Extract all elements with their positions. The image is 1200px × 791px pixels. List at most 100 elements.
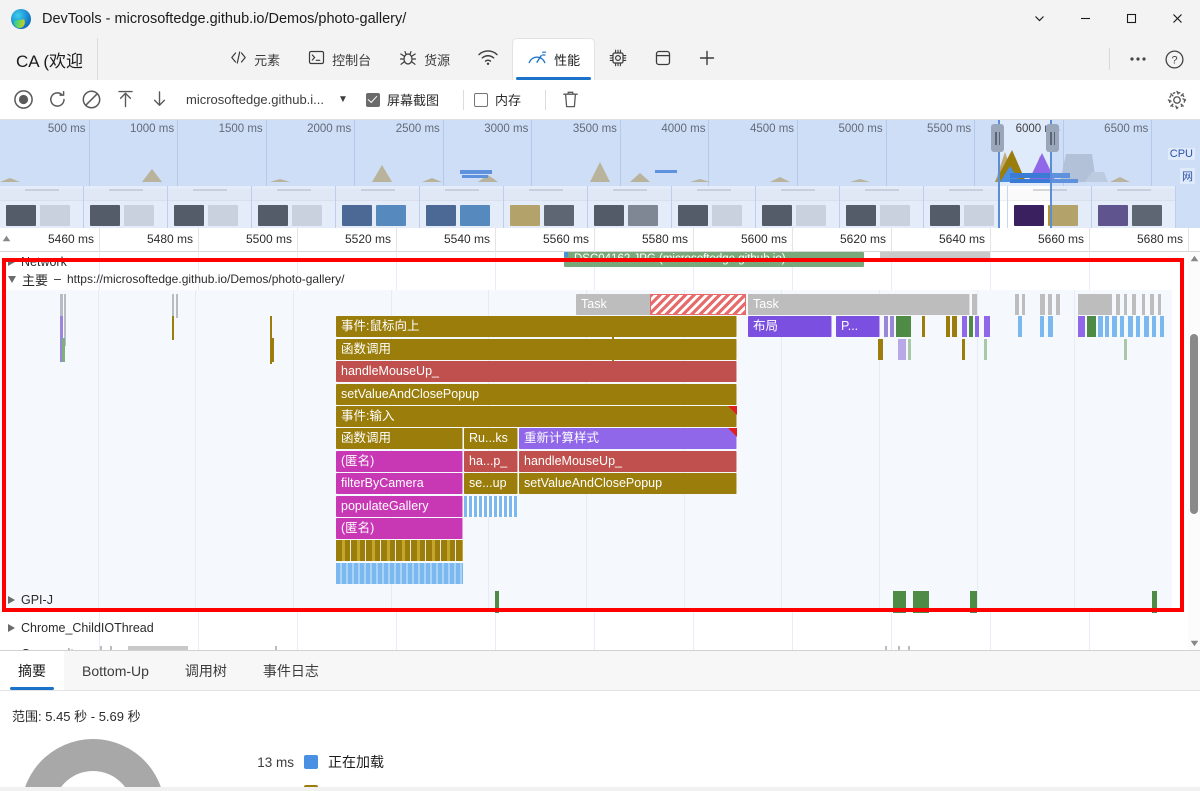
overview-resize-handle-right[interactable] — [1046, 124, 1059, 152]
download-profile-icon[interactable] — [144, 85, 174, 115]
flame-dense-loading-band[interactable] — [336, 563, 463, 584]
flame-event-block[interactable] — [1116, 294, 1120, 315]
timeline-overview[interactable]: 500 ms1000 ms1500 ms2000 ms2500 ms3000 m… — [0, 120, 1200, 228]
flame-event-block[interactable] — [1142, 294, 1145, 315]
scroll-down-arrow-icon[interactable] — [1188, 637, 1200, 650]
track-main[interactable]: 主要 – https://microsoftedge.github.io/Dem… — [0, 268, 1188, 612]
chevron-down-icon[interactable] — [8, 276, 16, 283]
chevron-right-icon[interactable] — [8, 258, 15, 266]
flame-event-block[interactable] — [1124, 294, 1127, 315]
flame-event-sliver[interactable] — [176, 294, 178, 318]
flame-event-block[interactable] — [1160, 316, 1164, 337]
flame-bar-forced-reflow[interactable] — [650, 294, 746, 315]
flame-bar[interactable]: (匿名) — [336, 518, 463, 539]
flame-event-block[interactable] — [890, 316, 894, 337]
flame-event-block[interactable] — [908, 339, 911, 360]
chevron-right-icon[interactable] — [8, 596, 15, 604]
flame-event-block[interactable] — [1150, 294, 1154, 315]
chevron-down-icon[interactable]: ▼ — [338, 94, 348, 105]
tab-memory[interactable] — [595, 38, 641, 80]
flame-bar[interactable]: Ru...ks — [464, 428, 518, 449]
flame-event-block[interactable] — [1136, 316, 1140, 337]
main-flame-chart[interactable]: TaskTask事件:鼠标向上布局P...函数调用handleMouseUp_s… — [0, 290, 1172, 612]
window-minimize-button[interactable] — [1062, 0, 1108, 38]
flame-bar[interactable]: populateGallery — [336, 496, 463, 517]
tab-elements[interactable]: 元素 — [216, 38, 294, 80]
flame-event-block[interactable] — [1158, 294, 1161, 315]
track-chrome-childiothread-header[interactable]: Chrome_ChildIOThread — [0, 618, 1188, 637]
details-tab-3[interactable]: 事件日志 — [245, 651, 337, 690]
flame-bar[interactable]: filterByCamera — [336, 473, 463, 494]
flame-event-block[interactable] — [946, 316, 950, 337]
chevron-right-icon[interactable] — [8, 624, 15, 632]
flame-event-block[interactable] — [1048, 294, 1052, 315]
flame-event-block[interactable] — [975, 316, 979, 337]
flame-bar[interactable]: 函数调用 — [336, 428, 463, 449]
flame-event-block[interactable] — [962, 339, 965, 360]
timeline-tracks[interactable]: Network DSC04162.JPG (microsoftedge.gith… — [0, 252, 1188, 650]
flame-event-block[interactable] — [984, 316, 990, 337]
details-tab-1[interactable]: Bottom-Up — [64, 651, 167, 690]
window-close-button[interactable] — [1154, 0, 1200, 38]
track-compositor[interactable]: Compositor — [0, 644, 1188, 650]
flame-loading-band[interactable] — [464, 496, 518, 517]
flame-event-block[interactable] — [1022, 294, 1025, 315]
flame-event-sliver[interactable] — [172, 316, 174, 340]
flame-event-block[interactable] — [874, 294, 884, 315]
flame-event-block[interactable] — [1098, 316, 1103, 337]
flame-event-block[interactable] — [878, 339, 883, 360]
flame-event-block[interactable] — [1144, 316, 1149, 337]
tab-welcome[interactable]: CA (欢迎 — [0, 38, 98, 80]
recording-url-label[interactable]: microsoftedge.github.i... — [186, 92, 324, 107]
flame-bar[interactable]: P... — [836, 316, 880, 337]
memory-checkbox-box[interactable] — [474, 93, 488, 107]
add-panel-button[interactable] — [685, 38, 729, 80]
reload-record-icon[interactable] — [42, 85, 72, 115]
flame-bar[interactable]: handleMouseUp_ — [336, 361, 737, 382]
track-chrome-childiothread[interactable]: Chrome_ChildIOThread — [0, 618, 1188, 644]
chevron-right-icon[interactable] — [8, 650, 15, 651]
screenshots-checkbox[interactable]: 屏幕截图 — [366, 90, 439, 109]
flame-bar[interactable]: Task — [748, 294, 970, 315]
flame-bar[interactable]: 重新计算样式 — [519, 428, 737, 449]
flame-event-block[interactable] — [1132, 294, 1136, 315]
flame-event-block[interactable] — [1015, 294, 1019, 315]
flame-event-block[interactable] — [1120, 316, 1124, 337]
flame-event-sliver[interactable] — [272, 338, 274, 362]
flame-event-block[interactable] — [1056, 294, 1060, 315]
flame-event-block[interactable] — [1048, 316, 1053, 337]
overview-resize-handle-left[interactable] — [991, 124, 1004, 152]
tab-sources[interactable]: 货源 — [385, 38, 464, 80]
scrollbar-thumb[interactable] — [1190, 334, 1198, 514]
scroll-up-arrow-icon[interactable] — [1188, 252, 1200, 265]
trash-icon[interactable] — [556, 85, 586, 115]
flame-event-block[interactable] — [1078, 294, 1112, 315]
flame-event-block[interactable] — [888, 294, 902, 315]
more-options-icon[interactable] — [1122, 43, 1154, 75]
flame-dense-scripting-band[interactable] — [336, 540, 463, 561]
track-gpu[interactable]: GPI-J — [0, 590, 1188, 618]
flame-event-block[interactable] — [952, 316, 957, 337]
tab-network[interactable] — [464, 38, 512, 80]
flame-event-block[interactable] — [918, 294, 924, 315]
flame-event-block[interactable] — [1152, 316, 1156, 337]
ruler-scroll-up-arrow-icon[interactable] — [0, 232, 12, 245]
flame-event-block[interactable] — [1087, 316, 1096, 337]
flame-bar[interactable]: (匿名) — [336, 451, 463, 472]
flame-event-block[interactable] — [896, 316, 911, 337]
donut-slice[interactable] — [21, 739, 165, 791]
flame-event-block[interactable] — [969, 316, 973, 337]
clear-prohibited-icon[interactable] — [76, 85, 106, 115]
window-more-chevron-icon[interactable] — [1016, 0, 1062, 38]
flame-bar[interactable]: setValueAndClosePopup — [519, 473, 737, 494]
flame-event-block[interactable] — [1128, 316, 1133, 337]
track-main-header[interactable]: 主要 – https://microsoftedge.github.io/Dem… — [0, 268, 1188, 290]
flame-event-sliver[interactable] — [172, 294, 174, 318]
flame-bar[interactable]: setValueAndClosePopup — [336, 384, 737, 405]
tab-console[interactable]: 控制台 — [294, 38, 385, 80]
details-tab-bar[interactable]: 摘要Bottom-Up调用树事件日志 — [0, 651, 1200, 691]
legend-row[interactable]: 13 ms正在加载 — [240, 749, 384, 775]
flame-event-block[interactable] — [922, 316, 925, 337]
flame-event-block[interactable] — [884, 316, 888, 337]
flame-event-block[interactable] — [1078, 316, 1085, 337]
